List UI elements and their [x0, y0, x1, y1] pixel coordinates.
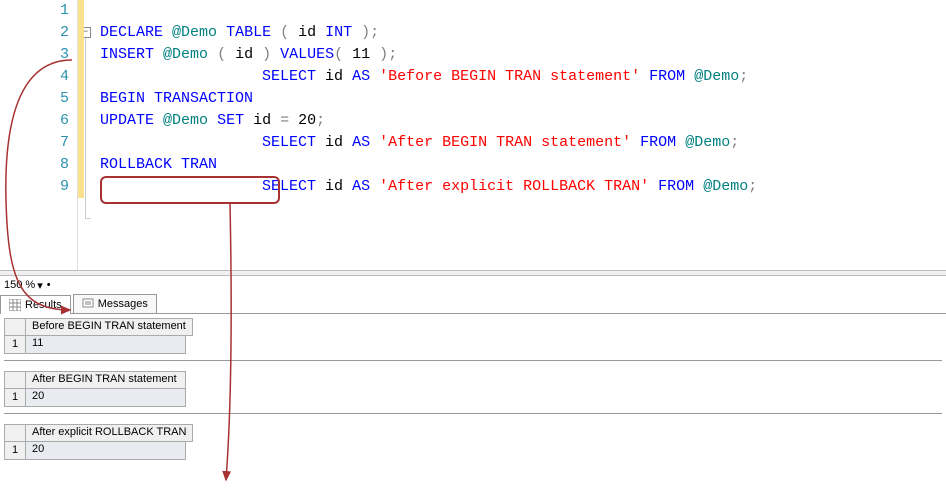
zoom-value: 150 % — [4, 279, 35, 291]
line-number-gutter: 1 2 3 4 5 6 7 8 9 — [0, 0, 78, 270]
grid-row-header[interactable]: 1 — [4, 389, 26, 407]
dropdown-icon: ▾ — [37, 279, 43, 292]
grid-icon — [9, 299, 21, 311]
tab-results[interactable]: Results — [0, 295, 71, 314]
code-line[interactable]: INSERT @Demo ( id ) VALUES( 11 ); — [100, 44, 946, 66]
line-number: 7 — [0, 132, 69, 154]
tab-messages[interactable]: Messages — [73, 294, 157, 313]
result-grid[interactable]: After BEGIN TRAN statement 1 20 — [4, 371, 186, 407]
results-tab-strip: Results Messages — [0, 294, 946, 314]
result-grid-block: After explicit ROLLBACK TRAN 1 20 — [4, 424, 942, 466]
code-line[interactable]: DECLARE @Demo TABLE ( id INT ); — [100, 22, 946, 44]
grid-cell[interactable]: 11 — [26, 336, 186, 354]
code-line[interactable]: SELECT id AS 'After explicit ROLLBACK TR… — [100, 176, 946, 198]
grid-corner[interactable] — [4, 424, 26, 442]
modified-indicator — [78, 0, 84, 198]
tab-label: Results — [25, 299, 62, 311]
line-number: 9 — [0, 176, 69, 198]
zoom-bullet-icon: • — [47, 279, 51, 291]
result-grid[interactable]: Before BEGIN TRAN statement 1 11 — [4, 318, 193, 354]
outline-end — [85, 218, 91, 219]
line-number: 4 — [0, 66, 69, 88]
result-grid[interactable]: After explicit ROLLBACK TRAN 1 20 — [4, 424, 193, 460]
grid-corner[interactable] — [4, 318, 26, 336]
line-number: 6 — [0, 110, 69, 132]
code-text-area[interactable]: DECLARE @Demo TABLE ( id INT ); INSERT @… — [96, 0, 946, 270]
grid-row-header[interactable]: 1 — [4, 442, 26, 460]
grid-cell[interactable]: 20 — [26, 389, 186, 407]
code-line[interactable]: BEGIN TRANSACTION — [100, 88, 946, 110]
grid-column-header[interactable]: Before BEGIN TRAN statement — [26, 318, 193, 336]
code-line[interactable]: SELECT id AS 'After BEGIN TRAN statement… — [100, 132, 946, 154]
result-grid-block: Before BEGIN TRAN statement 1 11 — [4, 318, 942, 361]
line-number: 3 — [0, 44, 69, 66]
grid-column-header[interactable]: After explicit ROLLBACK TRAN — [26, 424, 193, 442]
line-number: 1 — [0, 0, 69, 22]
result-grid-block: After BEGIN TRAN statement 1 20 — [4, 371, 942, 414]
outline-line — [85, 38, 86, 218]
grid-column-header[interactable]: After BEGIN TRAN statement — [26, 371, 186, 389]
grid-row-header[interactable]: 1 — [4, 336, 26, 354]
code-line[interactable]: ROLLBACK TRAN — [100, 154, 946, 176]
line-number: 5 — [0, 88, 69, 110]
code-line[interactable]: SELECT id AS 'Before BEGIN TRAN statemen… — [100, 66, 946, 88]
line-number: 8 — [0, 154, 69, 176]
table-row[interactable]: 1 20 — [4, 389, 186, 407]
tab-label: Messages — [98, 298, 148, 310]
zoom-bar: 150 % ▾ • — [0, 276, 946, 294]
messages-icon — [82, 298, 94, 310]
table-row[interactable]: 1 11 — [4, 336, 193, 354]
code-line[interactable] — [100, 0, 946, 22]
grid-corner[interactable] — [4, 371, 26, 389]
table-row[interactable]: 1 20 — [4, 442, 193, 460]
code-editor[interactable]: 1 2 3 4 5 6 7 8 9 − DECLARE @Demo TABLE … — [0, 0, 946, 270]
line-number: 2 — [0, 22, 69, 44]
code-line[interactable]: UPDATE @Demo SET id = 20; — [100, 110, 946, 132]
grid-cell[interactable]: 20 — [26, 442, 186, 460]
results-pane: Before BEGIN TRAN statement 1 11 After B… — [0, 314, 946, 480]
zoom-dropdown[interactable]: 150 % ▾ — [4, 279, 43, 292]
